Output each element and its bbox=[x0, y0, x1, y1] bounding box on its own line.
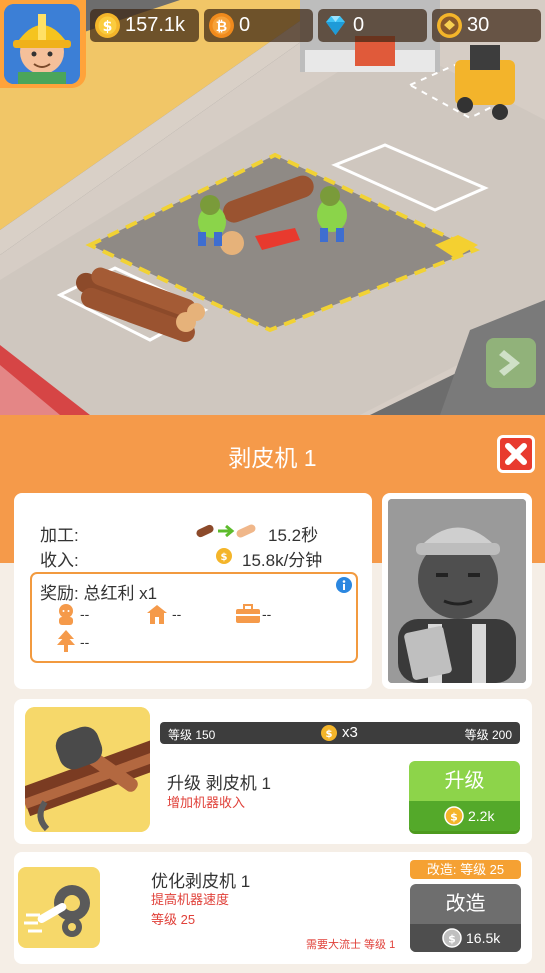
svg-text:$: $ bbox=[103, 19, 113, 35]
upgrade-button[interactable]: 升级 $ 2.2k bbox=[409, 761, 520, 831]
level-to: 等级 200 bbox=[464, 728, 512, 742]
close-button[interactable] bbox=[497, 435, 535, 473]
gem-amount: 0 bbox=[353, 14, 365, 36]
optimize-button-label: 改造 bbox=[445, 893, 486, 915]
manager-portrait bbox=[388, 499, 526, 683]
next-area-button[interactable] bbox=[486, 338, 536, 388]
bonus-briefcase-value: -- bbox=[262, 606, 272, 622]
optimize-tag-text: 改造: 等级 25 bbox=[426, 862, 505, 877]
coin-icon: $ bbox=[444, 806, 464, 826]
bonus-tree-value: -- bbox=[80, 634, 90, 650]
mallet-chisel-icon bbox=[25, 707, 150, 832]
gem-counter[interactable]: 0 bbox=[318, 9, 427, 42]
optimize-requirement: 需要大流士 等级 1 bbox=[306, 939, 396, 951]
coin-icon: $ bbox=[95, 13, 120, 38]
income-label: 收入: bbox=[40, 551, 79, 570]
token-amount: 30 bbox=[467, 14, 490, 36]
briefcase-icon bbox=[236, 604, 260, 623]
optimize-cost: $ 16.5k bbox=[410, 924, 521, 952]
coin-icon: $ bbox=[442, 928, 462, 948]
house-icon bbox=[147, 605, 167, 624]
process-time: 15.2秒 bbox=[268, 526, 319, 545]
log-to-plank-icon bbox=[196, 524, 256, 538]
svg-text:₿: ₿ bbox=[216, 19, 227, 35]
optimize-tag: 改造: 等级 25 bbox=[410, 860, 521, 879]
diamond-icon bbox=[326, 16, 345, 35]
income-value: 15.8k/分钟 bbox=[242, 551, 323, 570]
panel-title: 剥皮机 1 bbox=[228, 445, 317, 471]
bonus-house-value: -- bbox=[172, 606, 182, 622]
bitcoin-amount: 0 bbox=[239, 14, 251, 36]
upgrade-subtitle: 增加机器收入 bbox=[167, 795, 246, 810]
player-avatar[interactable] bbox=[0, 0, 86, 88]
gear-wrench-icon bbox=[24, 885, 90, 937]
avatar-worker-icon bbox=[4, 4, 80, 84]
bonus-manager-value: -- bbox=[80, 606, 90, 622]
token-icon bbox=[437, 13, 462, 38]
svg-text:$: $ bbox=[326, 729, 333, 740]
tree-icon bbox=[57, 630, 75, 652]
bonus-label: 奖励: 总红利 x1 bbox=[40, 584, 158, 603]
manager-icon bbox=[59, 604, 73, 625]
upgrade-button-label: 升级 bbox=[444, 770, 485, 792]
process-label: 加工: bbox=[40, 526, 79, 545]
upgrade-image bbox=[25, 707, 150, 832]
svg-text:$: $ bbox=[448, 933, 456, 946]
bitcoin-icon: ₿ bbox=[209, 13, 234, 38]
svg-text:$: $ bbox=[450, 811, 458, 824]
optimize-image bbox=[18, 867, 100, 948]
multiplier: x3 bbox=[342, 724, 358, 741]
optimize-level: 等级 25 bbox=[151, 912, 196, 927]
coin-amount: 157.1k bbox=[125, 14, 186, 36]
svg-text:$: $ bbox=[221, 552, 228, 563]
info-icon[interactable] bbox=[336, 577, 352, 593]
bitcoin-counter[interactable]: ₿ 0 bbox=[204, 9, 313, 42]
token-counter[interactable]: 30 bbox=[432, 9, 541, 42]
upgrade-level-bar: 等级 150 $ x3 等级 200 bbox=[160, 722, 520, 744]
coin-counter[interactable]: $ 157.1k bbox=[90, 9, 199, 42]
chevron-right-icon bbox=[499, 350, 520, 376]
upgrade-cost-value: 2.2k bbox=[468, 808, 495, 824]
manager-portrait-card[interactable] bbox=[382, 493, 532, 689]
level-from: 等级 150 bbox=[168, 728, 216, 742]
upgrade-cost: $ 2.2k bbox=[409, 801, 520, 831]
coin-icon: $ bbox=[216, 548, 232, 564]
optimize-subtitle: 提高机器速度 bbox=[151, 892, 230, 907]
close-icon bbox=[505, 443, 527, 465]
upgrade-title: 升级 剥皮机 1 bbox=[167, 774, 271, 793]
optimize-button[interactable]: 改造 $ 16.5k bbox=[410, 884, 521, 952]
coin-icon: $ bbox=[321, 725, 337, 741]
optimize-cost-value: 16.5k bbox=[466, 930, 501, 946]
